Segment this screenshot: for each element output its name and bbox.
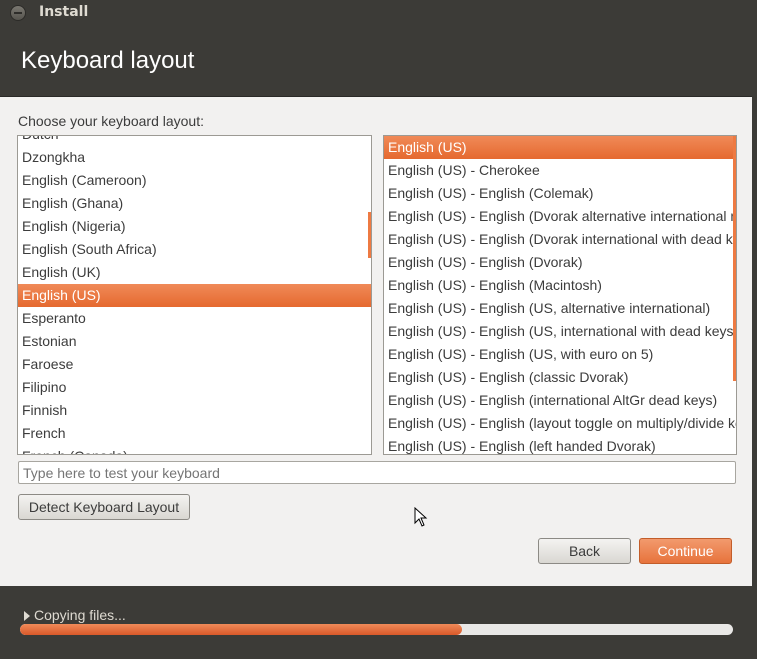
layout-list-item[interactable]: French (Canada)	[18, 445, 371, 454]
detect-keyboard-layout-button[interactable]: Detect Keyboard Layout	[18, 494, 190, 520]
variant-list-item[interactable]: English (US) - English (US, internationa…	[384, 320, 736, 343]
layout-list-item[interactable]: English (Nigeria)	[18, 215, 371, 238]
mouse-pointer-icon	[414, 507, 428, 527]
install-progress-bar	[20, 624, 733, 635]
layout-list-item[interactable]: Dutch	[18, 136, 371, 146]
variant-list-item[interactable]: English (US) - Cherokee	[384, 159, 736, 182]
variant-list-item[interactable]: English (US) - English (classic Dvorak)	[384, 366, 736, 389]
layout-list-item[interactable]: English (US)	[18, 284, 371, 307]
variant-list-item[interactable]: English (US)	[384, 136, 736, 159]
layout-list-item[interactable]: English (South Africa)	[18, 238, 371, 261]
layout-list-item[interactable]: Filipino	[18, 376, 371, 399]
variant-list-scrollbar[interactable]	[733, 136, 736, 381]
page-header: Keyboard layout	[0, 25, 757, 97]
layout-list-item[interactable]: French	[18, 422, 371, 445]
variant-list-item[interactable]: English (US) - English (US, with euro on…	[384, 343, 736, 366]
close-icon[interactable]	[10, 5, 26, 21]
choose-layout-label: Choose your keyboard layout:	[18, 113, 204, 129]
layout-list-item[interactable]: English (Ghana)	[18, 192, 371, 215]
keyboard-test-input[interactable]	[18, 461, 736, 484]
window-title: Install	[39, 4, 89, 20]
continue-button[interactable]: Continue	[639, 538, 732, 564]
page-title: Keyboard layout	[21, 47, 195, 74]
layout-list-item[interactable]: English (Cameroon)	[18, 169, 371, 192]
variant-list-item[interactable]: English (US) - English (Dvorak internati…	[384, 228, 736, 251]
layout-list-item[interactable]: Finnish	[18, 399, 371, 422]
variant-list-item[interactable]: English (US) - English (layout toggle on…	[384, 412, 736, 435]
expander-arrow-icon[interactable]	[24, 611, 30, 621]
variant-list-item[interactable]: English (US) - English (US, alternative …	[384, 297, 736, 320]
footer: Copying files...	[0, 586, 752, 659]
layout-list-scrollbar[interactable]	[368, 212, 371, 258]
layout-list-item[interactable]: Estonian	[18, 330, 371, 353]
variant-list-item[interactable]: English (US) - English (Colemak)	[384, 182, 736, 205]
layout-list-item[interactable]: Faroese	[18, 353, 371, 376]
title-bar: Install	[0, 0, 757, 25]
install-progress-fill	[20, 624, 463, 635]
layout-list-item[interactable]: Dzongkha	[18, 146, 371, 169]
layout-list-item[interactable]: English (UK)	[18, 261, 371, 284]
main-panel: Choose your keyboard layout: DutchDzongk…	[0, 97, 752, 585]
variant-list-item[interactable]: English (US) - English (Dvorak)	[384, 251, 736, 274]
window-edge	[752, 0, 757, 659]
layout-list[interactable]: DutchDzongkhaEnglish (Cameroon)English (…	[17, 135, 372, 455]
layout-list-item[interactable]: Esperanto	[18, 307, 371, 330]
copying-status[interactable]: Copying files...	[34, 607, 126, 623]
variant-list-item[interactable]: English (US) - English (international Al…	[384, 389, 736, 412]
variant-list[interactable]: English (US) English (US) - Cherokee Engli…	[383, 135, 737, 455]
back-button[interactable]: Back	[538, 538, 631, 564]
variant-list-item[interactable]: English (US) - English (Macintosh)	[384, 274, 736, 297]
variant-list-item[interactable]: English (US) - English (Dvorak alternati…	[384, 205, 736, 228]
variant-list-item[interactable]: English (US) - English (left handed Dvor…	[384, 435, 736, 454]
